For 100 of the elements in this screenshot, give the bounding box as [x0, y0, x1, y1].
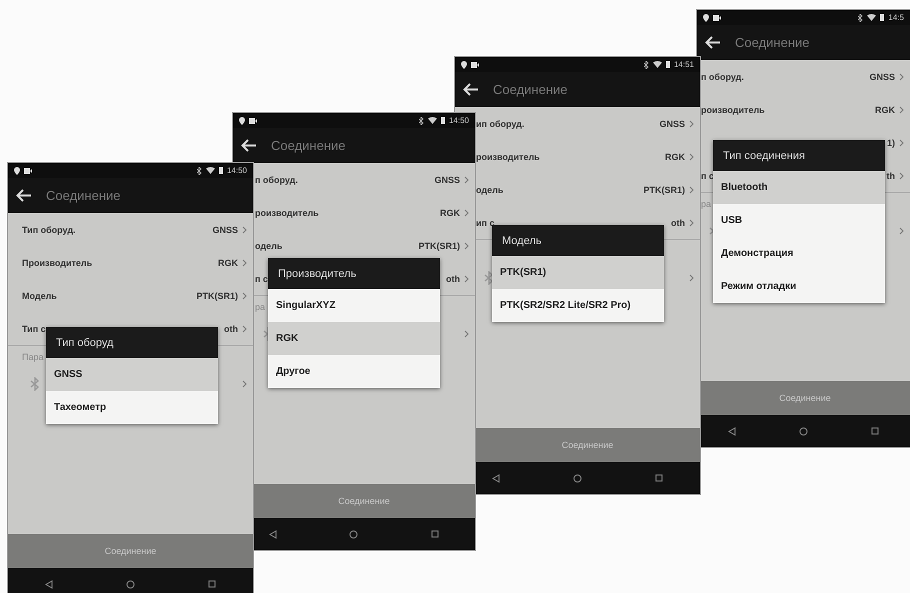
location-pin-icon	[239, 116, 245, 124]
dialog-title: Модель	[492, 225, 664, 256]
setting-value: GNSS	[869, 72, 895, 82]
dialog-option[interactable]: PTK(SR1)	[492, 256, 664, 289]
setting-label: Тип с	[22, 324, 46, 334]
dialog-title: Тип соединения	[713, 140, 885, 171]
chevron-icon	[242, 226, 247, 234]
home-icon[interactable]	[126, 580, 135, 588]
chevron-icon	[464, 176, 469, 184]
setting-value: PTK(SR1)	[643, 184, 685, 194]
chevron-icon	[464, 242, 469, 250]
chevron-icon	[689, 218, 694, 226]
setting-value: 1)	[886, 138, 895, 148]
setting-label: роизводитель	[255, 208, 319, 218]
status-time: 14:50	[448, 116, 469, 125]
camera-icon	[471, 62, 479, 68]
setting-label: Модель	[22, 290, 57, 300]
chevron-icon	[689, 120, 694, 128]
chevron-icon	[899, 72, 904, 80]
setting-label: ип оборуд.	[476, 118, 524, 128]
chevron-icon	[689, 186, 694, 194]
chevron-icon	[689, 274, 694, 282]
camera-icon	[713, 14, 721, 20]
back-arrow-icon[interactable]	[705, 36, 721, 49]
dialog-option[interactable]: USB	[713, 204, 885, 237]
recents-icon[interactable]	[208, 580, 216, 588]
dialog-option[interactable]: Bluetooth	[713, 171, 885, 204]
dialog-option[interactable]: PTK(SR2/SR2 Lite/SR2 Pro)	[492, 289, 664, 322]
battery-icon	[880, 14, 884, 21]
dialog-option[interactable]: RGK	[268, 322, 440, 355]
setting-value: PTK(SR1)	[418, 240, 460, 250]
setting-value: RGK	[440, 208, 460, 218]
dialog-title: Производитель	[268, 258, 440, 289]
battery-icon	[666, 61, 670, 68]
chevron-icon	[899, 172, 904, 180]
home-icon[interactable]	[798, 426, 808, 436]
screen-title: Соединение	[271, 138, 346, 153]
dialog-title: Тип оборуд	[46, 327, 218, 358]
chevron-icon	[464, 330, 469, 338]
recents-icon[interactable]	[870, 427, 879, 435]
back-arrow-icon[interactable]	[241, 139, 257, 152]
recents-icon[interactable]	[430, 530, 439, 538]
setting-value: oth	[224, 324, 238, 334]
section-header: Пара	[22, 352, 44, 362]
screen-title: Соединение	[735, 35, 810, 50]
chevron-icon	[899, 138, 904, 146]
dialog-option[interactable]: Демонстрация	[713, 237, 885, 270]
dialog-option[interactable]: GNSS	[46, 358, 218, 391]
chevron-icon	[899, 227, 904, 235]
screen-title: Соединение	[46, 188, 120, 203]
setting-label: п с	[701, 170, 714, 180]
camera-icon	[249, 118, 257, 124]
chevron-icon	[242, 258, 247, 266]
back-icon[interactable]	[728, 426, 736, 436]
section-header: ра	[255, 302, 266, 312]
chevron-icon	[242, 292, 247, 300]
dialog-option[interactable]: SingularXYZ	[268, 289, 440, 322]
setting-label: п с	[255, 274, 268, 284]
setting-value: RGK	[218, 258, 238, 268]
back-arrow-icon[interactable]	[16, 189, 32, 202]
setting-value: PTK(SR1)	[196, 290, 238, 300]
setting-value: RGK	[665, 152, 685, 162]
battery-icon	[440, 117, 445, 124]
home-icon[interactable]	[349, 530, 358, 538]
wifi-icon	[867, 14, 876, 21]
setting-label: роизводитель	[476, 152, 540, 162]
status-time: 14:51	[674, 60, 694, 69]
setting-value: GNSS	[659, 118, 685, 128]
recents-icon[interactable]	[655, 474, 664, 482]
camera-icon	[24, 168, 32, 174]
status-time: 14:5	[888, 13, 904, 22]
setting-label: Тип оборуд.	[22, 224, 76, 234]
back-icon[interactable]	[492, 474, 500, 482]
setting-value: RGK	[875, 104, 895, 114]
wifi-icon	[206, 167, 215, 174]
chevron-icon	[242, 380, 247, 388]
chevron-icon	[899, 106, 904, 114]
home-icon[interactable]	[572, 474, 582, 482]
status-time: 14:50	[226, 166, 247, 175]
setting-value: oth	[446, 274, 460, 284]
setting-label: Производитель	[22, 258, 92, 268]
dialog-option[interactable]: Тахеометр	[46, 391, 218, 424]
back-arrow-icon[interactable]	[463, 83, 479, 96]
setting-value: th	[886, 170, 895, 180]
setting-label: п оборуд.	[701, 72, 744, 82]
location-pin-icon	[461, 60, 467, 68]
back-icon[interactable]	[269, 530, 278, 538]
wifi-icon	[652, 61, 662, 68]
setting-label: одель	[255, 240, 282, 250]
screen-title: Соединение	[493, 82, 568, 97]
dialog-option[interactable]: Другое	[268, 355, 440, 388]
setting-value: GNSS	[434, 174, 460, 184]
location-pin-icon	[14, 166, 20, 174]
setting-value: oth	[671, 218, 685, 228]
chevron-icon	[464, 208, 469, 216]
chevron-icon	[242, 324, 247, 332]
location-pin-icon	[703, 14, 709, 22]
setting-value: GNSS	[212, 224, 238, 234]
back-icon[interactable]	[44, 580, 53, 588]
dialog-option[interactable]: Режим отладки	[713, 270, 885, 303]
